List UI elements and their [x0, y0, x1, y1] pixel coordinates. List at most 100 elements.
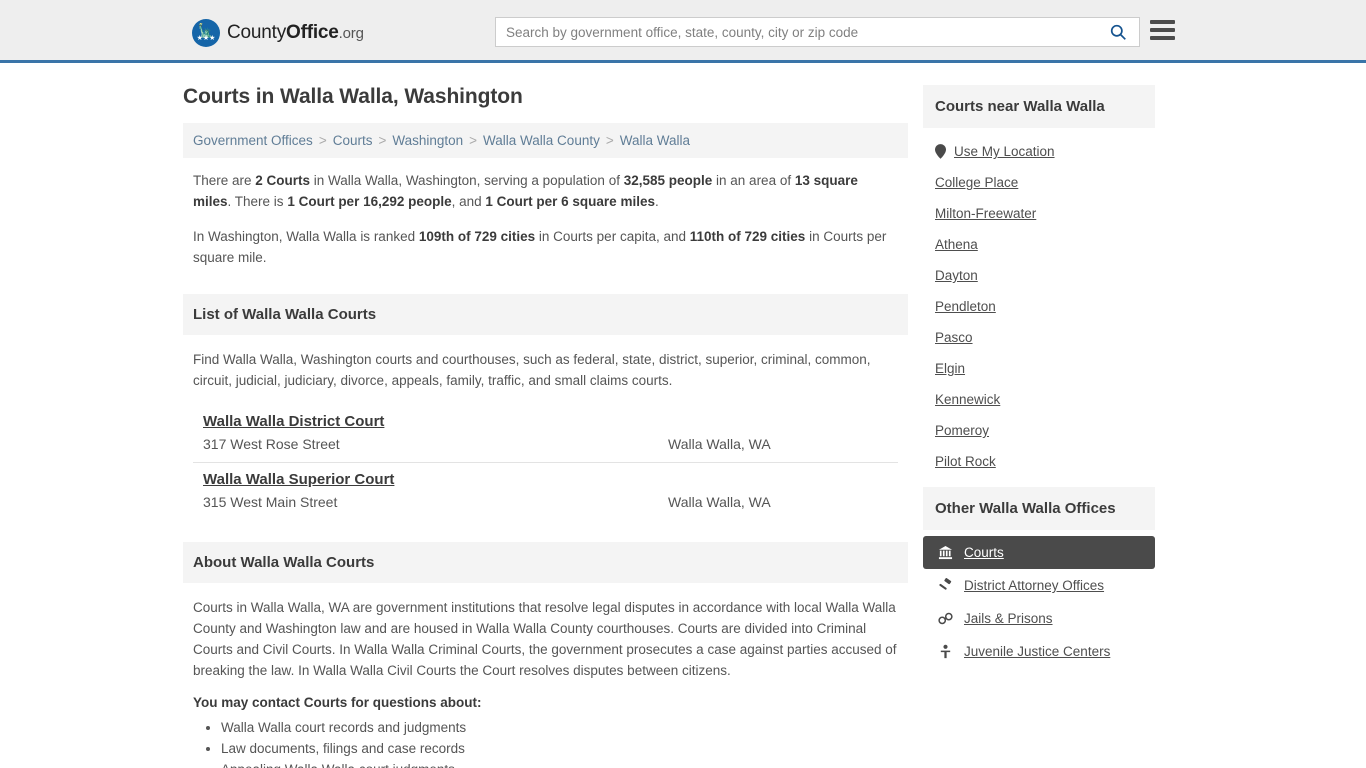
about-paragraph: Courts in Walla Walla, WA are government…	[193, 600, 897, 678]
intro-text-run: , and	[451, 194, 486, 209]
nearby-header: Courts near Walla Walla	[923, 85, 1155, 128]
intro-paragraph-2: In Washington, Walla Walla is ranked 109…	[193, 226, 898, 268]
nearby-city-link[interactable]: Milton-Freewater	[935, 206, 1036, 221]
intro-text-run: In Washington, Walla Walla is ranked	[193, 229, 419, 244]
office-row[interactable]: Jails & Prisons	[923, 602, 1155, 635]
sidebar: Courts near Walla Walla Use My Location …	[923, 85, 1155, 768]
use-my-location-row[interactable]: Use My Location	[923, 136, 1155, 167]
search-button[interactable]	[1104, 24, 1139, 41]
other-offices-header: Other Walla Walla Offices	[923, 487, 1155, 530]
contact-lead: You may contact Courts for questions abo…	[193, 695, 482, 710]
breadcrumb-item[interactable]: Walla Walla	[620, 133, 690, 148]
office-row[interactable]: Juvenile Justice Centers	[923, 635, 1155, 668]
breadcrumb-separator: >	[605, 133, 614, 148]
site-header: 🗽 ★★★ CountyOffice.org	[0, 0, 1366, 63]
page-body: Courts in Walla Walla, Washington Govern…	[0, 63, 1366, 768]
nearby-city-row[interactable]: Kennewick	[923, 384, 1155, 415]
office-link[interactable]: Courts	[964, 545, 1004, 560]
nearby-city-link[interactable]: Pendleton	[935, 299, 996, 314]
nearby-city-link[interactable]: Athena	[935, 237, 978, 252]
court-name-link[interactable]: Walla Walla District Court	[203, 413, 384, 430]
nearby-city-row[interactable]: Elgin	[923, 353, 1155, 384]
nearby-city-row[interactable]: College Place	[923, 167, 1155, 198]
contact-list-item: Law documents, filings and case records	[221, 739, 898, 759]
office-row[interactable]: District Attorney Offices	[923, 569, 1155, 602]
intro-highlight: 109th of 729 cities	[418, 229, 536, 244]
nearby-city-row[interactable]: Pasco	[923, 322, 1155, 353]
court-list: Walla Walla District Court 317 West Rose …	[193, 405, 898, 520]
nearby-city-row[interactable]: Dayton	[923, 260, 1155, 291]
intro-text-run: There are	[193, 173, 256, 188]
nearby-city-link[interactable]: Kennewick	[935, 392, 1000, 407]
use-my-location-link[interactable]: Use My Location	[954, 144, 1055, 159]
search-bar[interactable]	[495, 17, 1140, 47]
list-section-header: List of Walla Walla Courts	[183, 294, 908, 335]
intro-text: There are 2 Courts in Walla Walla, Washi…	[183, 158, 908, 286]
search-input[interactable]	[496, 24, 1104, 40]
breadcrumb: Government Offices > Courts > Washington > Wal…	[183, 123, 908, 158]
intro-highlight: 1 Court per 6 square miles	[485, 194, 655, 209]
breadcrumb-item[interactable]: Walla Walla County	[483, 133, 600, 148]
contact-list-item: Appealing Walla Walla court judgments	[221, 760, 898, 768]
intro-text-run: in an area of	[712, 173, 795, 188]
nearby-city-link[interactable]: Dayton	[935, 268, 978, 283]
about-section-header: About Walla Walla Courts	[183, 542, 908, 583]
nearby-city-link[interactable]: Pomeroy	[935, 423, 989, 438]
court-name-link[interactable]: Walla Walla Superior Court	[203, 471, 394, 488]
nearby-city-row[interactable]: Pomeroy	[923, 415, 1155, 446]
page-title: Courts in Walla Walla, Washington	[183, 85, 523, 108]
site-logo[interactable]: 🗽 ★★★ CountyOffice.org	[192, 19, 364, 47]
court-address: 315 West Main Street	[203, 494, 338, 510]
intro-text-run: in Courts per capita, and	[535, 229, 690, 244]
office-link[interactable]: Juvenile Justice Centers	[964, 644, 1110, 659]
contact-list-item: Walla Walla court records and judgments	[221, 718, 898, 738]
gavel-icon	[935, 578, 955, 593]
search-icon	[1110, 24, 1126, 40]
handcuffs-icon	[935, 611, 955, 626]
child-icon	[935, 644, 955, 659]
breadcrumb-item[interactable]: Washington	[392, 133, 463, 148]
hamburger-menu-icon[interactable]	[1150, 20, 1175, 40]
logo-suffix: .org	[338, 25, 364, 42]
about-section-body: Courts in Walla Walla, WA are government…	[183, 583, 908, 768]
office-link[interactable]: Jails & Prisons	[964, 611, 1053, 626]
office-link[interactable]: District Attorney Offices	[964, 578, 1104, 593]
map-pin-icon	[935, 144, 946, 159]
list-section-description: Find Walla Walla, Washington courts and …	[193, 352, 871, 388]
court-city-state: Walla Walla, WA	[668, 436, 771, 452]
intro-highlight: 110th of 729 cities	[689, 229, 806, 244]
nearby-list: Use My Location College Place Milton-Free…	[923, 128, 1155, 487]
intro-highlight: 32,585 people	[623, 173, 713, 188]
logo-bold: Office	[286, 22, 339, 43]
nearby-city-row[interactable]: Pilot Rock	[923, 446, 1155, 477]
intro-highlight: 2 Courts	[255, 173, 311, 188]
eagle-badge-icon: 🗽 ★★★	[192, 19, 220, 47]
other-offices-list: Courts District Attorney Offices Jails & P…	[923, 530, 1155, 668]
breadcrumb-separator: >	[469, 133, 478, 148]
nearby-city-link[interactable]: Pilot Rock	[935, 454, 996, 469]
nearby-city-link[interactable]: Elgin	[935, 361, 965, 376]
court-address: 317 West Rose Street	[203, 436, 340, 452]
list-section-body: Find Walla Walla, Washington courts and …	[183, 335, 908, 520]
intro-highlight: 1 Court per 16,292 people	[287, 194, 452, 209]
intro-text-run: . There is	[227, 194, 288, 209]
court-city-state: Walla Walla, WA	[668, 494, 771, 510]
intro-text-run: .	[654, 194, 659, 209]
contact-list: Walla Walla court records and judgmentsL…	[193, 718, 898, 768]
breadcrumb-item[interactable]: Courts	[333, 133, 373, 148]
nearby-city-row[interactable]: Milton-Freewater	[923, 198, 1155, 229]
main-content: Courts in Walla Walla, Washington Govern…	[183, 85, 908, 768]
court-row: Walla Walla Superior Court 315 West Main …	[193, 463, 898, 520]
breadcrumb-separator: >	[318, 133, 327, 148]
court-row: Walla Walla District Court 317 West Rose …	[193, 405, 898, 463]
logo-text: CountyOffice.org	[227, 22, 364, 44]
intro-text-run: in Walla Walla, Washington, serving a po…	[310, 173, 624, 188]
breadcrumb-separator: >	[378, 133, 387, 148]
nearby-city-row[interactable]: Athena	[923, 229, 1155, 260]
nearby-city-row[interactable]: Pendleton	[923, 291, 1155, 322]
nearby-city-link[interactable]: Pasco	[935, 330, 973, 345]
office-row[interactable]: Courts	[923, 536, 1155, 569]
courthouse-icon	[935, 545, 955, 560]
nearby-city-link[interactable]: College Place	[935, 175, 1018, 190]
breadcrumb-item[interactable]: Government Offices	[193, 133, 313, 148]
